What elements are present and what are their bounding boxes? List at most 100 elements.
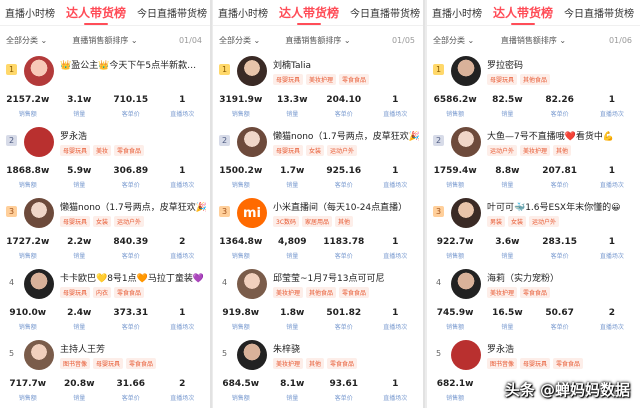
avatar (24, 56, 54, 86)
sessions-value: 1 (179, 95, 186, 105)
volume-value: 2.2w (67, 237, 92, 247)
category-dropdown[interactable]: 全部分类 ⌄ (219, 35, 260, 46)
sessions-label: 直播场次 (383, 111, 408, 118)
list-item[interactable]: 4 卡卡欧巴💛8号1点🧡马拉丁童装💜 母婴玩具 内衣 零食食品 910.0w 销售… (0, 267, 210, 338)
list-item[interactable]: 1 刘楠Talia 母婴玩具 美妆护理 零食食品 3191.9w 销售额 13.3… (213, 54, 423, 125)
tab-influencer[interactable]: 达人带货榜 (493, 4, 553, 25)
tab-hourly[interactable]: 直播小时榜 (5, 5, 55, 20)
category-tag: 零食食品 (339, 74, 370, 85)
volume-value: 3.1w (67, 95, 92, 105)
anchor-name: 卡卡欧巴💛8号1点🧡马拉丁童装💜 (60, 274, 205, 284)
rank-badge: 3 (219, 206, 230, 217)
volume-label: 销量 (73, 111, 86, 118)
stats-row: 6586.2w 销售额 82.5w 销量 82.26 客单价 1 直播场次 (429, 95, 638, 118)
unit-price-value: 50.67 (545, 308, 574, 318)
category-tag: 零食食品 (114, 145, 145, 156)
sales-value: 1500.2w (219, 166, 263, 176)
volume-value: 8.8w (495, 166, 520, 176)
volume-value: 4,809 (278, 237, 307, 247)
category-tags: 美妆护理 其他食品 零食食品 (273, 287, 419, 298)
category-tag: 母婴玩具 (93, 358, 124, 369)
rank-badge: 3 (433, 206, 444, 217)
tab-influencer[interactable]: 达人带货榜 (279, 4, 339, 25)
unit-price-value: 93.61 (329, 379, 358, 389)
category-tag: 运动户外 (327, 145, 358, 156)
tab-hourly[interactable]: 直播小时榜 (218, 5, 268, 20)
category-tag: 运动户外 (114, 216, 145, 227)
list-item[interactable]: 1 👑盈公主👑今天下午5点半新款… 2157.2w 销售额 3.1w 销量 710.… (0, 54, 210, 125)
volume-label: 销量 (286, 182, 299, 189)
tab-today[interactable]: 今日直播带货榜 (350, 5, 420, 20)
unit-price-label: 客单价 (334, 111, 353, 118)
rank-badge: 4 (8, 278, 15, 287)
sales-label: 销售额 (231, 253, 250, 260)
category-tag: 零食食品 (339, 287, 370, 298)
sessions-label: 直播场次 (599, 111, 624, 118)
list-item[interactable]: 4 邱莹莹~1月7号13点可可尼 美妆护理 其他食品 零食食品 919.8w 销售… (213, 267, 423, 338)
unit-price-value: 204.10 (326, 95, 362, 105)
anchor-name: 朱梓骁 (273, 345, 301, 355)
list-item[interactable]: 5 朱梓骁 美妆护理 其他 零食食品 684.5w 销售额 8.1w 销量 93.6… (213, 338, 423, 408)
volume-label: 销量 (73, 182, 86, 189)
sessions-value: 1 (392, 308, 399, 318)
unit-price-label: 客单价 (121, 182, 140, 189)
anchor-name: 叶可可🐳1.6号ESX年末你懂的😀 (487, 203, 621, 213)
volume-label: 销量 (286, 395, 299, 402)
rank-badge: 4 (221, 278, 228, 287)
anchor-name: 海莉（实力宠粉） (487, 274, 560, 284)
category-tags: 母婴玩具 美妆 零食食品 (60, 145, 206, 156)
tab-today[interactable]: 今日直播带货榜 (137, 5, 207, 20)
tab-hourly[interactable]: 直播小时榜 (432, 5, 482, 20)
unit-price-label: 客单价 (121, 111, 140, 118)
anchor-name: 懒猫nono（1.7号两点，皮草狂欢🎉 (273, 132, 419, 142)
list-item[interactable]: 2 懒猫nono（1.7号两点，皮草狂欢🎉 母婴玩具 女装 运动户外 1500.… (213, 125, 423, 196)
tab-influencer[interactable]: 达人带货榜 (66, 4, 126, 25)
page-indicator: 01/05 (391, 35, 415, 45)
unit-price-label: 客单价 (550, 253, 569, 260)
sales-value: 922.7w (436, 237, 474, 247)
stats-row: 922.7w 销售额 3.6w 销量 283.15 客单价 1 直播场次 (429, 237, 638, 260)
list-item[interactable]: 2 罗永浩 母婴玩具 美妆 零食食品 1868.8w 销售额 5.9w 销量 306… (0, 125, 210, 196)
unit-price-value: 207.81 (542, 166, 577, 176)
sessions-value: 1 (608, 166, 615, 176)
category-tags: 母婴玩具 女装 运动户外 (273, 145, 419, 156)
volume-value: 8.1w (280, 379, 305, 389)
avatar (237, 340, 267, 370)
category-tags: 母婴玩具 女装 运动户外 (60, 216, 206, 227)
sessions-label: 直播场次 (383, 253, 408, 260)
anchor-name: 邱莹莹~1月7号13点可可尼 (273, 274, 385, 284)
list-item[interactable]: 5 主持人王芳 图书音像 母婴玩具 零食食品 717.7w 销售额 20.8w 销量… (0, 338, 210, 408)
stats-row: 1500.2w 销售额 1.7w 销量 925.16 客单价 1 直播场次 (215, 166, 421, 189)
unit-price-value: 840.39 (113, 237, 149, 247)
sessions-label: 直播场次 (599, 253, 624, 260)
list-item[interactable]: 3 懒猫nono（1.7号两点，皮草狂欢🎉 母婴玩具 女装 运动户外 1727.… (0, 196, 210, 267)
category-tags: 美妆护理 其他 零食食品 (273, 358, 419, 369)
stats-row: 1759.4w 销售额 8.8w 销量 207.81 客单价 1 直播场次 (429, 166, 638, 189)
volume-label: 销量 (501, 253, 514, 260)
rank-badge: 1 (219, 64, 230, 75)
volume-value: 5.9w (67, 166, 92, 176)
unit-price-label: 客单价 (334, 395, 353, 402)
avatar (24, 269, 54, 299)
category-tag: 男装 (487, 216, 506, 227)
category-dropdown[interactable]: 全部分类 ⌄ (433, 35, 474, 46)
sales-label: 销售额 (18, 395, 37, 402)
anchor-name: 懒猫nono（1.7号两点，皮草狂欢🎉 (60, 203, 206, 213)
category-tag: 其他 (306, 358, 325, 369)
tab-today[interactable]: 今日直播带货榜 (564, 5, 634, 20)
list-item[interactable]: 2 大鱼—7号不直播哦❤️看货中💪 运动户外 美妆护理 其他 1759.4w 销售… (427, 125, 640, 196)
list-item[interactable]: 3 叶可可🐳1.6号ESX年末你懂的😀 男装 女装 运动户外 922.7w 销售额… (427, 196, 640, 267)
list-item[interactable]: 4 海莉（实力宠粉） 美妆护理 零食食品 745.9w 销售额 16.5w 销量 5… (427, 267, 640, 338)
list-item[interactable]: 1 罗拉密码 母婴玩具 其他食品 6586.2w 销售额 82.5w 销量 82.2… (427, 54, 640, 125)
category-dropdown[interactable]: 全部分类 ⌄ (6, 35, 47, 46)
sessions-label: 直播场次 (599, 182, 624, 189)
sales-value: 6586.2w (433, 95, 477, 105)
list-item[interactable]: 3 mi 小米直播间（每天10-24点直播） 3C数码 家居用品 其他 1364… (213, 196, 423, 267)
category-tag: 母婴玩具 (273, 145, 304, 156)
sales-value: 745.9w (436, 308, 474, 318)
category-tag: 图书音像 (487, 358, 518, 369)
volume-value: 20.8w (63, 379, 95, 389)
category-tags: 图书音像 母婴玩具 零食食品 (487, 358, 636, 369)
unit-price-label: 客单价 (550, 111, 569, 118)
sessions-value: 1 (608, 237, 615, 247)
